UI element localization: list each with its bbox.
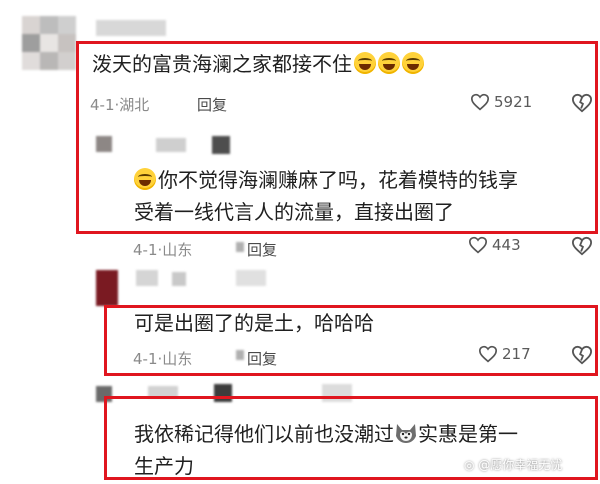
watermark: ◎ @愿你幸福无忧 bbox=[464, 458, 563, 472]
broken-heart-icon[interactable] bbox=[571, 236, 593, 256]
laughing-crying-emoji-icon bbox=[378, 52, 400, 74]
like-button[interactable]: 443 bbox=[468, 236, 521, 254]
heart-outline-icon bbox=[478, 345, 498, 363]
like-button[interactable]: 217 bbox=[478, 345, 531, 363]
like-count: 217 bbox=[502, 345, 531, 363]
laughing-crying-emoji-icon bbox=[354, 52, 376, 74]
comment-meta: 4-1·山东 bbox=[133, 241, 193, 259]
reply-button[interactable]: 回复 bbox=[197, 94, 227, 115]
comment-location: 山东 bbox=[162, 350, 193, 368]
reply-icon-blur bbox=[236, 350, 244, 360]
comment-meta: 4-1·山东 bbox=[133, 350, 193, 368]
comment-text-line2: 生产力 bbox=[134, 454, 194, 478]
username-part bbox=[212, 136, 230, 154]
comment-date: 4-1 bbox=[133, 350, 158, 368]
comment-text: 可是出圈了的是土，哈哈哈 bbox=[134, 311, 374, 335]
username-part bbox=[172, 272, 186, 286]
like-button[interactable]: 5921 bbox=[470, 93, 532, 111]
username[interactable] bbox=[156, 138, 186, 152]
comment-text-line2: 受着一线代言人的流量，直接出圈了 bbox=[134, 200, 454, 224]
comment-meta: 4-1·湖北 bbox=[90, 96, 150, 114]
laughing-crying-emoji-icon bbox=[402, 52, 424, 74]
broken-heart-icon[interactable] bbox=[571, 345, 593, 365]
heart-outline-icon bbox=[468, 236, 488, 254]
comment-text: 你不觉得海澜赚麻了吗，花着模特的钱享 bbox=[134, 164, 518, 196]
comment-location: 湖北 bbox=[119, 96, 150, 114]
comment-date: 4-1 bbox=[90, 96, 115, 114]
like-count: 5921 bbox=[494, 93, 533, 111]
comment-text: 泼天的富贵海澜之家都接不住 bbox=[92, 48, 424, 80]
avatar[interactable] bbox=[22, 16, 76, 72]
broken-heart-icon[interactable] bbox=[571, 93, 593, 113]
comment-date: 4-1 bbox=[133, 241, 158, 259]
username[interactable] bbox=[96, 20, 166, 36]
reply-button[interactable]: 回复 bbox=[247, 348, 277, 369]
comment-text: 我依稀记得他们以前也没潮过 实惠是第一 bbox=[134, 421, 518, 446]
watermark-icon: ◎ bbox=[464, 458, 475, 472]
like-count: 443 bbox=[492, 236, 521, 254]
username[interactable] bbox=[136, 270, 158, 286]
reply-icon-blur bbox=[236, 242, 244, 252]
reply-button[interactable]: 回复 bbox=[247, 239, 277, 260]
husky-emoji-icon bbox=[394, 421, 418, 443]
heart-outline-icon bbox=[470, 93, 490, 111]
avatar[interactable] bbox=[96, 270, 118, 306]
comment-location: 山东 bbox=[162, 241, 193, 259]
username-part bbox=[236, 270, 266, 286]
laughing-crying-emoji-icon bbox=[134, 168, 156, 190]
avatar[interactable] bbox=[96, 136, 112, 152]
